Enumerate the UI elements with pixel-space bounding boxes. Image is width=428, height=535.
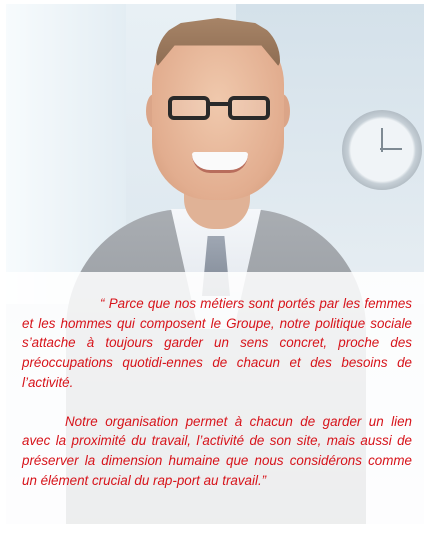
person-smile: [192, 152, 248, 173]
wall-clock-icon: [342, 110, 422, 190]
quote-text: “ Parce que nos métiers sont portés par …: [22, 294, 412, 490]
quote-paragraph-2: Notre organisation permet à chacun de ga…: [22, 413, 412, 488]
quote-card: “ Parce que nos métiers sont portés par …: [6, 4, 424, 524]
quote-paragraph-1: “ Parce que nos métiers sont portés par …: [22, 296, 412, 390]
glasses-icon: [168, 96, 274, 124]
